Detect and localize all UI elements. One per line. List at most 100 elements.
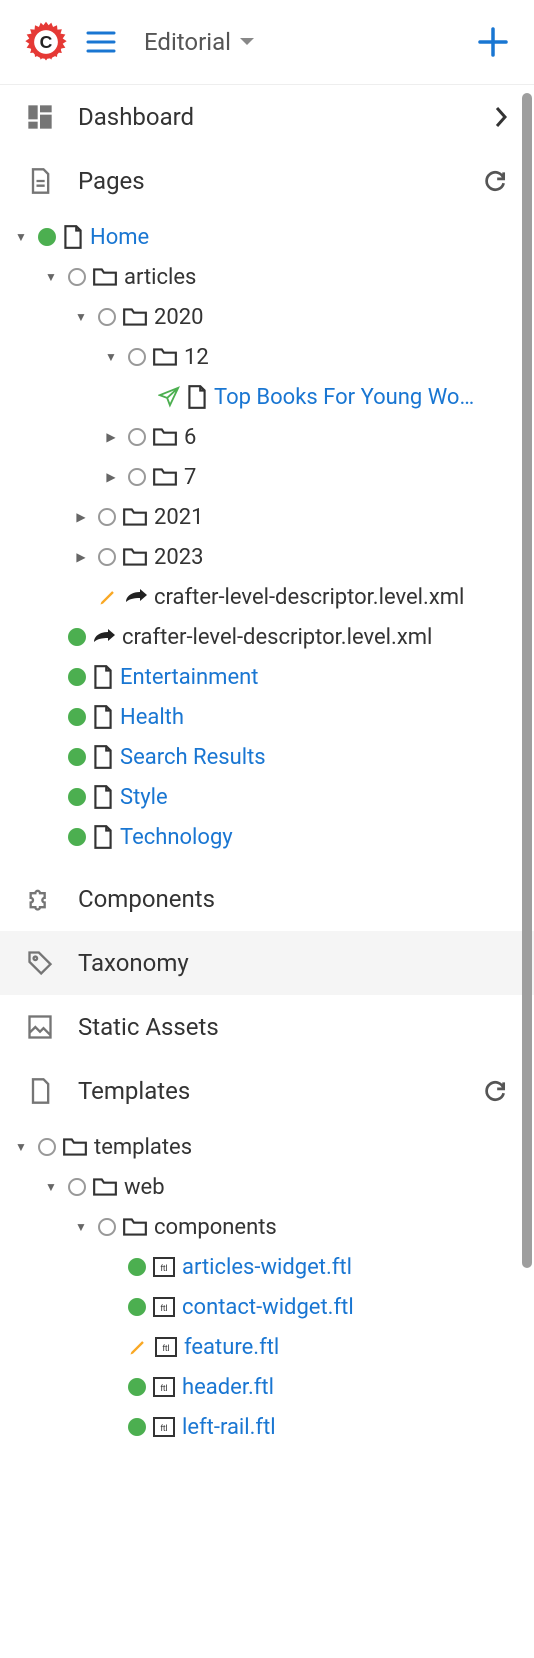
puzzle-icon — [26, 885, 54, 913]
expand-toggle[interactable]: ▼ — [70, 310, 92, 324]
status-indicator — [98, 548, 116, 566]
tree-item-crafter-desc-2[interactable]: crafter-level-descriptor.level.xml — [10, 617, 490, 657]
tree-label: templates — [94, 1135, 192, 1160]
tree-item-articles-widget[interactable]: ftl articles-widget.ftl — [10, 1247, 490, 1287]
tree-item-12[interactable]: ▼ 12 — [10, 337, 490, 377]
expand-toggle[interactable]: ▼ — [100, 350, 122, 364]
expand-toggle[interactable]: ▼ — [40, 1180, 62, 1194]
expand-toggle[interactable]: ▼ — [70, 1220, 92, 1234]
nav-label: Templates — [78, 1077, 458, 1105]
tree-item-left-rail[interactable]: ftl left-rail.ftl — [10, 1407, 490, 1447]
tree-item-search-results[interactable]: Search Results — [10, 737, 490, 777]
tree-label: Style — [120, 785, 168, 810]
tree-label: 2023 — [154, 545, 203, 570]
expand-toggle[interactable]: ▼ — [10, 230, 32, 244]
refresh-icon[interactable] — [482, 1078, 508, 1104]
nav-pages[interactable]: Pages — [0, 149, 534, 213]
tree-item-contact-widget[interactable]: ftl contact-widget.ftl — [10, 1287, 490, 1327]
expand-toggle[interactable]: ▶ — [70, 510, 92, 524]
ftl-icon: ftl — [152, 1255, 176, 1279]
tree-item-style[interactable]: Style — [10, 777, 490, 817]
folder-icon — [122, 506, 148, 528]
tree-item-articles[interactable]: ▼ articles — [10, 257, 490, 297]
tree-label: 2021 — [154, 505, 203, 530]
tag-icon — [26, 949, 54, 977]
expand-toggle[interactable]: ▼ — [10, 1140, 32, 1154]
tree-label: articles-widget.ftl — [182, 1255, 352, 1280]
tree-item-health[interactable]: Health — [10, 697, 490, 737]
nav-static-assets[interactable]: Static Assets — [0, 995, 534, 1059]
tree-label: 2020 — [154, 305, 203, 330]
folder-icon — [152, 466, 178, 488]
status-indicator — [128, 468, 146, 486]
expand-toggle[interactable]: ▶ — [100, 470, 122, 484]
tree-label: Top Books For Young Wo… — [214, 385, 474, 410]
tree-label: header.ftl — [182, 1375, 274, 1400]
page-icon — [92, 744, 114, 770]
folder-icon — [122, 1216, 148, 1238]
tree-item-6[interactable]: ▶ 6 — [10, 417, 490, 457]
nav-label: Components — [78, 885, 508, 913]
tree-label: Search Results — [120, 745, 266, 770]
status-indicator — [98, 1218, 116, 1236]
nav-label: Dashboard — [78, 103, 470, 131]
tree-item-2021[interactable]: ▶ 2021 — [10, 497, 490, 537]
tree-item-templates[interactable]: ▼ templates — [10, 1127, 490, 1167]
tree-label: crafter-level-descriptor.level.xml — [122, 625, 432, 650]
tree-label: Home — [90, 225, 149, 250]
tree-item-entertainment[interactable]: Entertainment — [10, 657, 490, 697]
folder-icon — [62, 1136, 88, 1158]
page-icon — [62, 224, 84, 250]
refresh-icon[interactable] — [482, 168, 508, 194]
svg-text:C: C — [40, 32, 53, 52]
page-icon — [92, 704, 114, 730]
tree-item-technology[interactable]: Technology — [10, 817, 490, 857]
status-indicator — [128, 1258, 146, 1276]
page-icon — [92, 784, 114, 810]
scrollbar[interactable] — [522, 93, 532, 1268]
logo[interactable]: C — [24, 20, 68, 64]
tree-item-web[interactable]: ▼ web — [10, 1167, 490, 1207]
chevron-right-icon — [494, 106, 508, 128]
site-selector[interactable]: Editorial — [144, 28, 255, 56]
tree-item-components-folder[interactable]: ▼ components — [10, 1207, 490, 1247]
page-icon — [92, 664, 114, 690]
tree-item-2020[interactable]: ▼ 2020 — [10, 297, 490, 337]
nav-dashboard[interactable]: Dashboard — [0, 85, 534, 149]
ftl-icon: ftl — [152, 1415, 176, 1439]
status-indicator — [128, 1418, 146, 1436]
tree-item-feature[interactable]: ftl feature.ftl — [10, 1327, 490, 1367]
arrow-right-icon — [92, 628, 116, 646]
tree-label: components — [154, 1215, 277, 1240]
folder-icon — [122, 546, 148, 568]
menu-icon[interactable] — [86, 30, 116, 54]
svg-text:ftl: ftl — [160, 1263, 167, 1273]
status-indicator — [68, 1178, 86, 1196]
tree-item-7[interactable]: ▶ 7 — [10, 457, 490, 497]
status-indicator — [68, 788, 86, 806]
status-indicator — [68, 668, 86, 686]
tree-label: Technology — [120, 825, 233, 850]
nav-taxonomy[interactable]: Taxonomy — [0, 931, 534, 995]
tree-label: crafter-level-descriptor.level.xml — [154, 585, 464, 610]
create-button[interactable] — [476, 25, 510, 59]
tree-item-top-books[interactable]: Top Books For Young Wo… — [10, 377, 490, 417]
nav-label: Taxonomy — [78, 949, 508, 977]
expand-toggle[interactable]: ▶ — [100, 430, 122, 444]
tree-item-2023[interactable]: ▶ 2023 — [10, 537, 490, 577]
svg-text:ftl: ftl — [162, 1343, 169, 1353]
file-icon — [26, 1077, 54, 1105]
chevron-down-icon — [239, 37, 255, 47]
tree-item-crafter-desc-1[interactable]: crafter-level-descriptor.level.xml — [10, 577, 490, 617]
status-indicator — [68, 268, 86, 286]
tree-item-header[interactable]: ftl header.ftl — [10, 1367, 490, 1407]
tree-label: contact-widget.ftl — [182, 1295, 354, 1320]
nav-components[interactable]: Components — [0, 867, 534, 931]
expand-toggle[interactable]: ▶ — [70, 550, 92, 564]
tree-item-home[interactable]: ▼ Home — [10, 217, 490, 257]
pencil-icon — [98, 587, 118, 607]
nav-templates[interactable]: Templates — [0, 1059, 534, 1123]
status-indicator — [128, 428, 146, 446]
status-indicator — [68, 828, 86, 846]
expand-toggle[interactable]: ▼ — [40, 270, 62, 284]
